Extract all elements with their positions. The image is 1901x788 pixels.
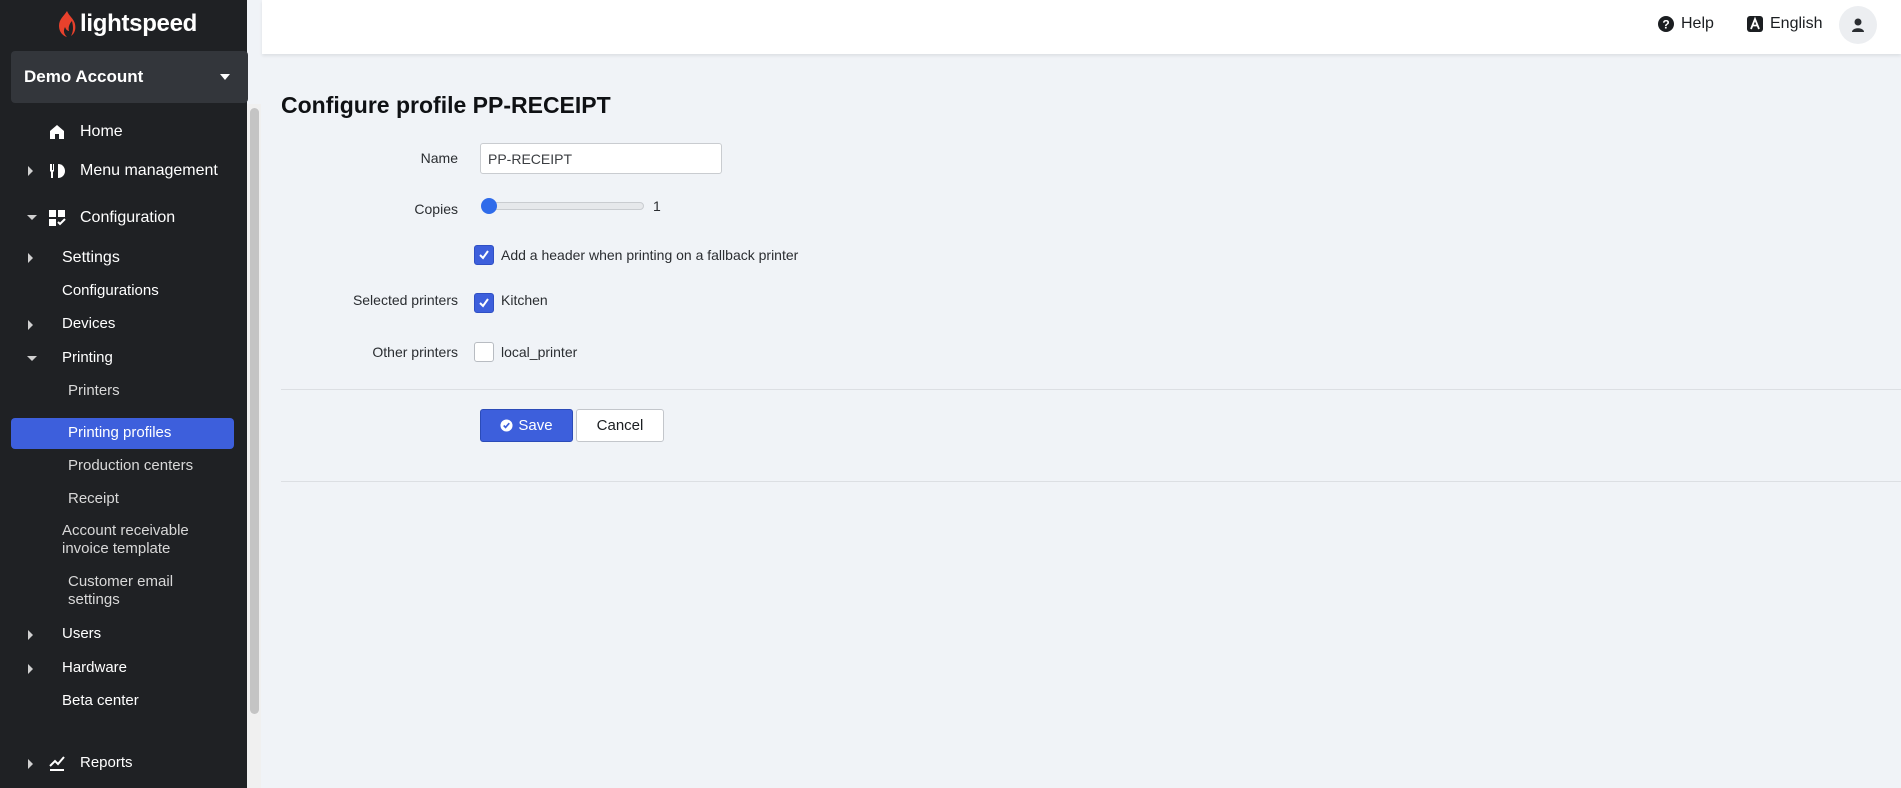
home-icon	[50, 125, 64, 139]
user-avatar-button[interactable]	[1839, 6, 1877, 44]
printer-kitchen-checkbox[interactable]	[474, 293, 494, 313]
printer-kitchen-label: Kitchen	[501, 292, 548, 308]
sidebar-item-menu-management[interactable]: Menu management	[0, 152, 247, 190]
language-label: English	[1770, 15, 1823, 32]
sidebar-item-label: Home	[80, 123, 123, 140]
sidebar-item-users[interactable]: Users	[0, 618, 247, 652]
chevron-right-icon	[28, 664, 33, 674]
chevron-right-icon	[28, 253, 33, 263]
brand-name: lightspeed	[80, 10, 198, 37]
sidebar-nav: Home Menu management Configuration Setti…	[0, 115, 247, 788]
account-selector[interactable]: Demo Account	[11, 51, 248, 103]
copies-slider-thumb[interactable]	[481, 198, 497, 214]
sidebar-item-settings[interactable]: Settings	[0, 241, 247, 275]
user-icon	[1852, 18, 1864, 32]
sidebar-item-production-centers[interactable]: Production centers	[0, 451, 247, 485]
help-label: Help	[1681, 15, 1714, 32]
selected-printers-label: Selected printers	[352, 292, 458, 308]
sidebar-item-printing-profiles[interactable]: Printing profiles	[0, 418, 247, 449]
sidebar-item-devices[interactable]: Devices	[0, 308, 247, 342]
caret-down-icon	[220, 74, 230, 80]
printer-local-printer-checkbox[interactable]	[474, 342, 494, 362]
chevron-right-icon	[28, 166, 33, 176]
fallback-header-label: Add a header when printing on a fallback…	[501, 247, 799, 263]
sidebar-scrollbar-thumb[interactable]	[250, 108, 259, 714]
chevron-right-icon	[28, 630, 33, 640]
sidebar-item-receipt[interactable]: Receipt	[0, 484, 247, 518]
save-label: Save	[518, 417, 553, 434]
sidebar-item-configuration[interactable]: Configuration	[0, 199, 247, 237]
chevron-down-icon	[27, 215, 37, 220]
sidebar-item-label: Customer email settings	[68, 573, 173, 609]
sidebar-item-label: Printers	[68, 382, 120, 399]
flame-icon	[59, 11, 76, 37]
sidebar-item-label: Devices	[62, 315, 116, 332]
sidebar-item-label: Production centers	[68, 457, 194, 474]
reports-icon	[49, 756, 65, 771]
sidebar-item-label: Hardware	[62, 659, 128, 676]
language-selector[interactable]: English	[1746, 15, 1822, 33]
sidebar-item-printing[interactable]: Printing	[0, 342, 247, 376]
label-line-1: Account receivable	[62, 522, 189, 539]
sidebar-item-label: Menu management	[80, 162, 218, 179]
sidebar-item-account-receivable-invoice-template[interactable]: Account receivable invoice template	[0, 522, 247, 564]
footer-divider	[281, 481, 1901, 482]
copies-slider-track[interactable]	[482, 202, 644, 210]
cancel-button[interactable]: Cancel	[576, 409, 664, 442]
save-button[interactable]: Save	[480, 409, 573, 442]
top-bar	[262, 0, 1901, 54]
check-circle-icon	[500, 419, 513, 432]
sidebar-item-configurations[interactable]: Configurations	[0, 275, 247, 309]
label-line-2: settings	[68, 591, 120, 608]
fallback-header-checkbox[interactable]	[474, 245, 494, 265]
svg-text:?: ?	[1662, 18, 1669, 32]
printer-local-printer-label: local_printer	[501, 344, 578, 360]
sidebar-item-label: Reports	[80, 754, 133, 771]
form-divider	[281, 389, 1901, 390]
checkmark-icon	[479, 298, 489, 308]
sidebar-item-home[interactable]: Home	[0, 115, 247, 149]
chevron-right-icon	[28, 320, 33, 330]
copies-label: Copies	[414, 201, 458, 217]
sidebar-item-label: Receipt	[68, 490, 119, 507]
chevron-right-icon	[28, 759, 33, 769]
label-line-2: invoice template	[62, 540, 171, 557]
chevron-down-icon	[27, 356, 37, 361]
account-name: Demo Account	[24, 67, 144, 86]
other-printers-label: Other printers	[372, 344, 458, 360]
sidebar-item-hardware[interactable]: Hardware	[0, 652, 247, 686]
name-input[interactable]	[480, 143, 722, 174]
copies-value: 1	[653, 198, 661, 214]
checkmark-icon	[479, 250, 489, 260]
sidebar-item-label: Users	[62, 625, 102, 642]
sidebar-item-label: Configurations	[62, 282, 159, 299]
sidebar-item-customer-email-settings[interactable]: Customer email settings	[0, 573, 247, 615]
page-title: Configure profile PP-RECEIPT	[281, 92, 611, 118]
sidebar-item-label: Settings	[62, 249, 120, 266]
sidebar-item-label: Printing profiles	[68, 424, 172, 441]
help-icon: ?	[1658, 16, 1674, 32]
sidebar-item-beta-center[interactable]: Beta center	[0, 685, 247, 719]
menu-management-icon	[50, 164, 65, 178]
sidebar-item-printers[interactable]: Printers	[0, 375, 247, 409]
cancel-label: Cancel	[596, 417, 644, 434]
translate-icon	[1747, 16, 1763, 32]
sidebar-item-label: Configuration	[80, 209, 176, 226]
label-line-1: Customer email	[68, 573, 174, 590]
configuration-icon	[49, 210, 66, 226]
sidebar: lightspeed Demo Account Home Menu manage…	[0, 0, 248, 788]
name-label: Name	[420, 150, 458, 166]
sidebar-item-label: Beta center	[62, 692, 139, 709]
lightspeed-logo[interactable]: lightspeed	[56, 8, 197, 40]
sidebar-item-label: Account receivable invoice template	[62, 522, 189, 558]
help-button[interactable]: ? Help	[1657, 15, 1714, 33]
sidebar-item-reports[interactable]: Reports	[0, 747, 247, 781]
sidebar-item-label: Printing	[62, 349, 113, 366]
